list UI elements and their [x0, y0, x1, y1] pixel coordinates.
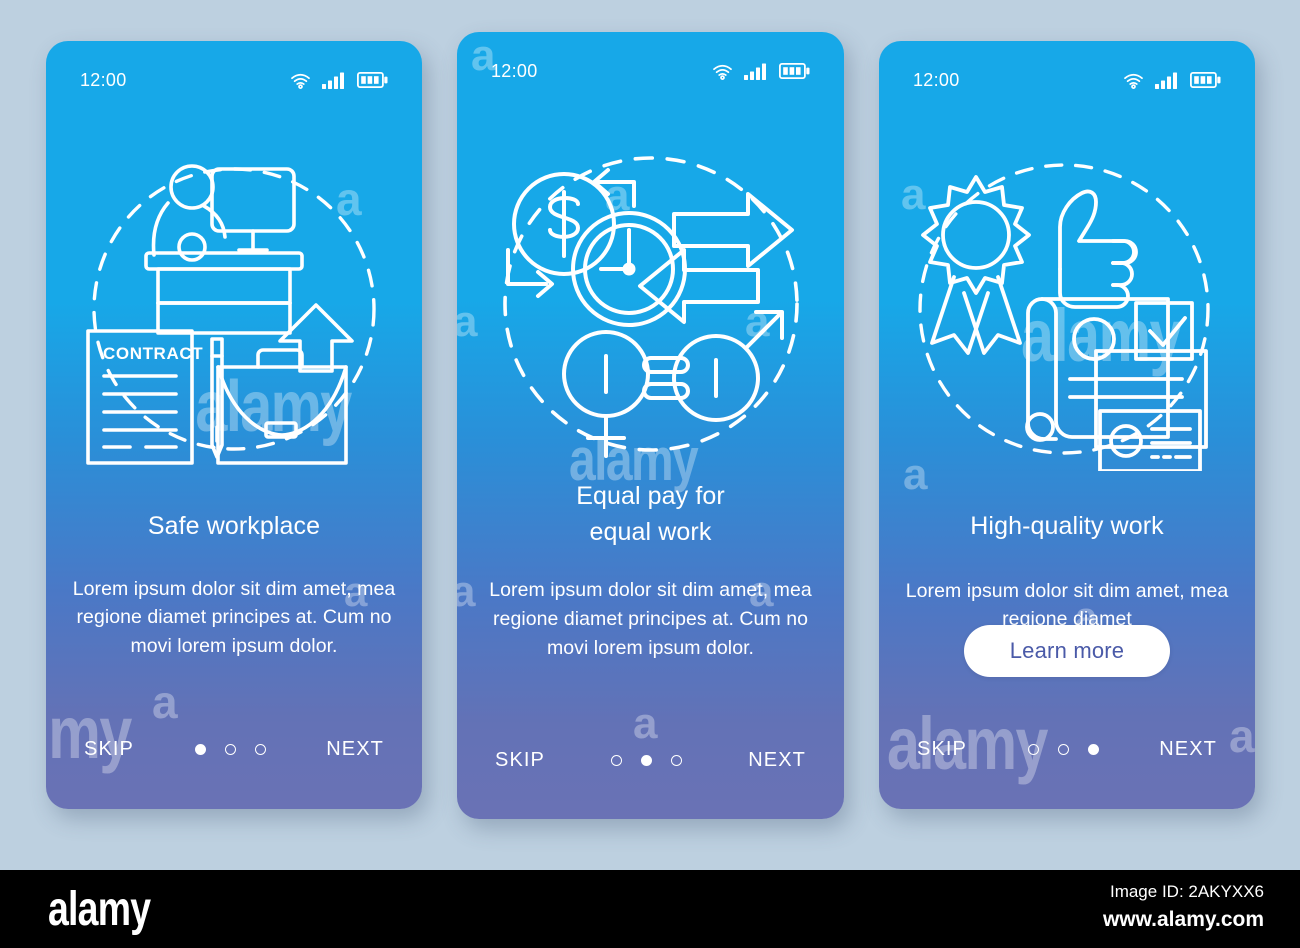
alamy-logo: alamy — [48, 883, 151, 936]
image-id-label: Image ID: 2AKYXX6 — [1109, 882, 1264, 901]
signal-bars-icon — [1155, 72, 1179, 89]
status-bar-clock: 12:00 — [491, 60, 538, 81]
onboarding-screen-safe-workplace: 12:00 CONTRACT Safe workplace Lorem ipsu… — [46, 41, 422, 809]
next-button[interactable]: NEXT — [326, 738, 384, 761]
pagination-dot-3[interactable] — [671, 755, 683, 766]
text-block: Safe workplace Lorem ipsum dolor sit dim… — [46, 509, 422, 661]
pagination-dot-3[interactable] — [254, 744, 266, 755]
bottom-nav: SKIP NEXT — [879, 738, 1255, 761]
cta-container: Learn more — [879, 625, 1255, 677]
learn-more-button[interactable]: Learn more — [963, 625, 1171, 677]
status-bar: 12:00 — [457, 58, 844, 84]
illustration-high-quality-work — [879, 151, 1255, 471]
wifi-icon — [1123, 72, 1144, 89]
screen-title: Safe workplace — [147, 512, 321, 540]
pagination-dots — [194, 744, 266, 755]
status-bar-icons — [712, 63, 810, 80]
pagination-dots — [1027, 744, 1099, 755]
onboarding-screen-equal-pay: 12:00 Equal pay for equal work Lorem ips… — [457, 32, 844, 819]
illustration-equal-pay — [457, 152, 844, 462]
status-bar-clock: 12:00 — [80, 69, 127, 90]
pagination-dot-1[interactable] — [194, 744, 206, 755]
pagination-dot-2[interactable] — [641, 755, 653, 766]
screen-body: Lorem ipsum dolor sit dim amet, mea regi… — [489, 579, 812, 659]
watermark-letter: a — [152, 676, 178, 728]
pagination-dot-2[interactable] — [1057, 744, 1069, 755]
next-button[interactable]: NEXT — [748, 749, 806, 772]
skip-button[interactable]: SKIP — [917, 738, 967, 761]
next-button[interactable]: NEXT — [1159, 738, 1217, 761]
signal-bars-icon — [322, 72, 346, 89]
wifi-icon — [712, 63, 733, 80]
status-bar-icons — [290, 72, 388, 89]
battery-icon — [779, 63, 810, 79]
svg-text:CONTRACT: CONTRACT — [103, 344, 203, 363]
bottom-nav: SKIP NEXT — [46, 738, 422, 761]
screen-title-line2: equal work — [589, 517, 712, 546]
skip-button[interactable]: SKIP — [84, 738, 134, 761]
screen-body: Lorem ipsum dolor sit dim amet, mea regi… — [72, 577, 396, 658]
pagination-dots — [611, 755, 683, 766]
status-bar-clock: 12:00 — [913, 69, 960, 90]
illustration-safe-workplace: CONTRACT — [46, 151, 422, 471]
battery-icon — [1190, 72, 1221, 88]
poster-canvas: 12:00 CONTRACT Safe workplace Lorem ipsu… — [0, 0, 1300, 948]
status-bar: 12:00 — [46, 67, 422, 93]
pagination-dot-3[interactable] — [1087, 744, 1099, 755]
status-bar: 12:00 — [879, 67, 1255, 93]
pagination-dot-1[interactable] — [1027, 744, 1039, 755]
battery-icon — [357, 72, 388, 88]
text-block: High-quality work Lorem ipsum dolor sit … — [879, 509, 1255, 634]
watermark-letter: a — [633, 699, 658, 748]
pagination-dot-1[interactable] — [611, 755, 623, 766]
onboarding-screen-high-quality-work: 12:00 High-quality work Lorem ipsum dolo… — [879, 41, 1255, 809]
alamy-site-url: www.alamy.com — [1102, 908, 1264, 931]
text-block: Equal pay for equal work Lorem ipsum dol… — [457, 479, 844, 663]
alamy-footer: alamy Image ID: 2AKYXX6 www.alamy.com — [0, 870, 1300, 948]
screen-title-line1: Equal pay for — [576, 482, 725, 510]
bottom-nav: SKIP NEXT — [457, 749, 844, 772]
wifi-icon — [290, 72, 311, 89]
signal-bars-icon — [744, 63, 768, 80]
skip-button[interactable]: SKIP — [495, 749, 545, 772]
pagination-dot-2[interactable] — [224, 744, 236, 755]
screen-title: High-quality work — [970, 512, 1164, 540]
status-bar-icons — [1123, 72, 1221, 89]
